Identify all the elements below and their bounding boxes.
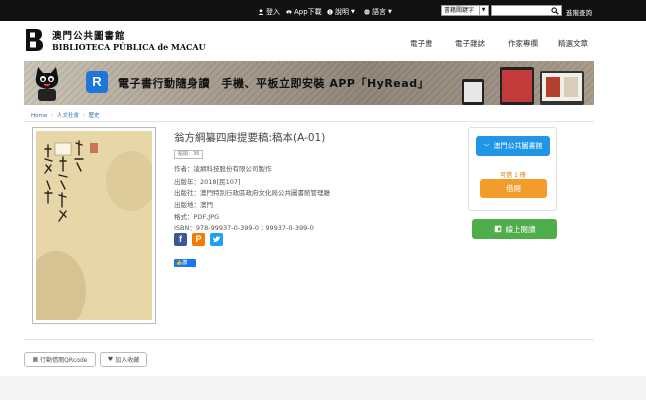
book-publisher: 出版社：澳門特別行政區政府文化局公共圖書館管理廳: [174, 189, 330, 197]
heart-icon: ♥: [107, 356, 114, 363]
nav-emagazines[interactable]: 電子雜誌: [455, 38, 485, 49]
info-icon: [327, 9, 333, 15]
library-button-label: 澳門公共圖書館: [493, 142, 543, 150]
caret-down-icon: ▼: [388, 9, 392, 15]
twitter-bird-icon: [212, 236, 221, 243]
facebook-share-icon[interactable]: f: [174, 233, 187, 246]
qrcode-button[interactable]: ▦ 行動借閱QRcode: [24, 352, 96, 367]
favorite-label: 加入收藏: [115, 357, 140, 364]
divider: [24, 339, 594, 340]
fb-like-label: 讚: [182, 260, 188, 266]
search-type-value: 書籍關鍵字: [444, 7, 475, 14]
search-input[interactable]: [491, 5, 562, 16]
facebook-like-button[interactable]: 👍讚: [174, 259, 196, 267]
login-label: 登入: [266, 8, 280, 16]
book-cover[interactable]: [32, 127, 156, 324]
nav-featured-articles[interactable]: 精選文章: [558, 38, 588, 49]
site-header: 澳門公共圖書館 BIBLIOTECA PÚBLICA de MACAU 電子書 …: [0, 21, 646, 61]
book-isbn: ISBN：978-99937-0-399-0 ; 99937-0-399-0: [174, 224, 314, 232]
footer: [0, 376, 646, 400]
book-format: 格式：PDF,JPG: [174, 213, 220, 221]
breadcrumb-separator: ›: [82, 113, 85, 119]
language-label: 語言: [372, 8, 386, 16]
nav-ebooks[interactable]: 電子書: [410, 38, 433, 49]
banner-text: 電子書行動隨身讀 手機、平板立即安裝 APP「HyRead」: [118, 77, 430, 90]
breadcrumb-category[interactable]: 人文社會: [57, 113, 79, 119]
qrcode-label: 行動借閱QRcode: [40, 357, 88, 364]
devices-illustration-icon: [462, 67, 584, 105]
calligraphy-icon: [44, 140, 98, 222]
help-menu[interactable]: 說明 ▼: [327, 7, 355, 17]
view-count-badge: 點閱：38: [174, 150, 204, 159]
cat-mascot-icon: [35, 67, 59, 101]
add-favorite-button[interactable]: ♥ 加入收藏: [100, 352, 147, 367]
twitter-share-icon[interactable]: [210, 233, 223, 246]
language-menu[interactable]: 語言 ▼: [364, 7, 392, 17]
chevron-down-icon: ﹀: [483, 143, 490, 151]
search-icon[interactable]: [551, 7, 559, 15]
library-logo-icon[interactable]: [24, 28, 44, 52]
hyread-app-icon: R: [86, 71, 108, 93]
divider: [24, 121, 594, 122]
logo-chinese-name: 澳門公共圖書館: [52, 31, 126, 42]
breadcrumb-subcategory[interactable]: 歷史: [89, 113, 100, 119]
borrow-button[interactable]: 借閱: [480, 179, 547, 198]
globe-icon: [364, 9, 370, 15]
read-online-button[interactable]: 線上閱讀: [472, 219, 557, 239]
help-label: 說明: [335, 8, 349, 16]
qrcode-icon: ▦: [32, 356, 39, 363]
app-download-label: App下載: [294, 8, 322, 16]
user-icon: [258, 9, 264, 15]
chevron-down-icon: ▼: [479, 6, 487, 15]
nav-author-columns[interactable]: 作家專欄: [508, 38, 538, 49]
advanced-search-link[interactable]: 進階查詢: [566, 7, 592, 17]
top-bar: 登入 App下載 說明 ▼ 語言 ▼ 書籍關鍵字 ▼ 進階查詢: [0, 0, 646, 21]
plurk-share-icon[interactable]: P: [192, 233, 205, 246]
availability-status: 可借 1 冊: [500, 172, 526, 179]
breadcrumb: Home › 人文社會 › 歷史: [31, 111, 100, 119]
book-cover-image: [36, 131, 152, 320]
book-title: 翁方綱纂四庫提要稿:稿本(A-01): [174, 132, 326, 144]
library-select-button[interactable]: ﹀ 澳門公共圖書館: [476, 136, 550, 156]
promo-banner[interactable]: R 電子書行動隨身讀 手機、平板立即安裝 APP「HyRead」: [24, 61, 594, 105]
book-place: 出版地：澳門: [174, 201, 213, 209]
book-year: 出版年：2018[民107]: [174, 178, 241, 186]
breadcrumb-home[interactable]: Home: [31, 113, 47, 119]
caret-down-icon: ▼: [351, 9, 355, 15]
book-read-icon: [494, 225, 501, 233]
logo-portuguese-name: BIBLIOTECA PÚBLICA de MACAU: [52, 42, 206, 52]
breadcrumb-separator: ›: [51, 113, 54, 119]
page: 登入 App下載 說明 ▼ 語言 ▼ 書籍關鍵字 ▼ 進階查詢 澳門公共圖書館 …: [0, 0, 646, 400]
login-link[interactable]: 登入: [258, 7, 280, 17]
read-online-label: 線上閱讀: [505, 224, 536, 234]
app-download-link[interactable]: App下載: [286, 7, 322, 17]
cloud-download-icon: [286, 10, 292, 15]
search-type-select[interactable]: 書籍關鍵字 ▼: [441, 5, 489, 16]
book-author: 作者：凌網科技股份有限公司製作: [174, 165, 272, 173]
